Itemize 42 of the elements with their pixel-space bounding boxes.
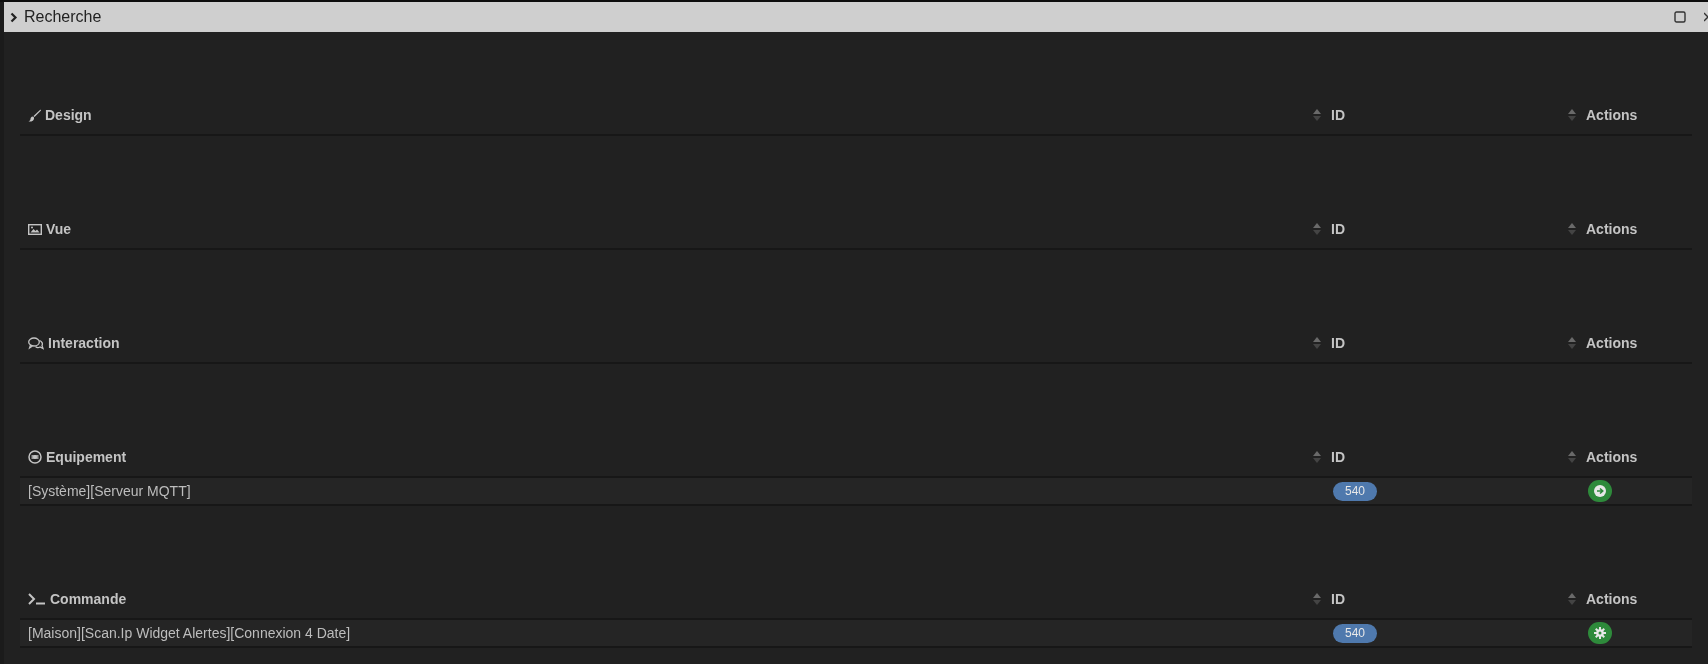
column-header[interactable]: ID [1331,221,1345,237]
column-header[interactable]: Actions [1586,107,1638,123]
section-title: Commande [50,591,127,607]
section-title: Vue [46,221,72,237]
column-header[interactable]: Actions [1586,591,1638,607]
maximize-icon[interactable] [1674,11,1686,23]
go-button[interactable] [1588,480,1612,502]
section-title: Design [45,107,92,123]
id-badge: 540 [1333,481,1377,501]
configure-button[interactable] [1588,622,1612,644]
chevron-right-icon[interactable] [10,11,18,23]
close-icon[interactable] [1704,12,1708,22]
equipment-icon [28,450,42,464]
column-header[interactable]: Actions [1586,221,1638,237]
column-header[interactable]: Actions [1586,335,1638,351]
sort-icon[interactable] [1568,108,1576,122]
sort-icon[interactable] [1313,222,1321,236]
gear-icon [1594,627,1606,639]
sort-icon[interactable] [1568,592,1576,606]
picture-icon [28,223,42,235]
sort-icon[interactable] [1568,450,1576,464]
terminal-icon [28,593,46,605]
section-title: Interaction [48,335,120,351]
column-header[interactable]: ID [1331,449,1345,465]
row-name: [Maison][Scan.Ip Widget Alertes][Connexion 4 Date] [27,625,352,641]
chat-icon [28,336,44,350]
row-name: [Système][Serveur MQTT] [27,483,192,499]
section-title: Equipement [46,449,127,465]
sort-icon[interactable] [1313,450,1321,464]
arrow-right-icon [1594,485,1606,497]
sort-icon[interactable] [1313,336,1321,350]
sort-icon[interactable] [1313,108,1321,122]
sort-icon[interactable] [1568,336,1576,350]
column-header[interactable]: ID [1331,591,1345,607]
sort-icon[interactable] [1313,592,1321,606]
sort-icon[interactable] [1568,222,1576,236]
column-header[interactable]: ID [1331,335,1345,351]
column-header[interactable]: Actions [1586,449,1638,465]
id-badge: 540 [1333,623,1377,643]
brush-icon [28,108,41,122]
window-title: Recherche [24,8,103,26]
column-header[interactable]: ID [1331,107,1345,123]
